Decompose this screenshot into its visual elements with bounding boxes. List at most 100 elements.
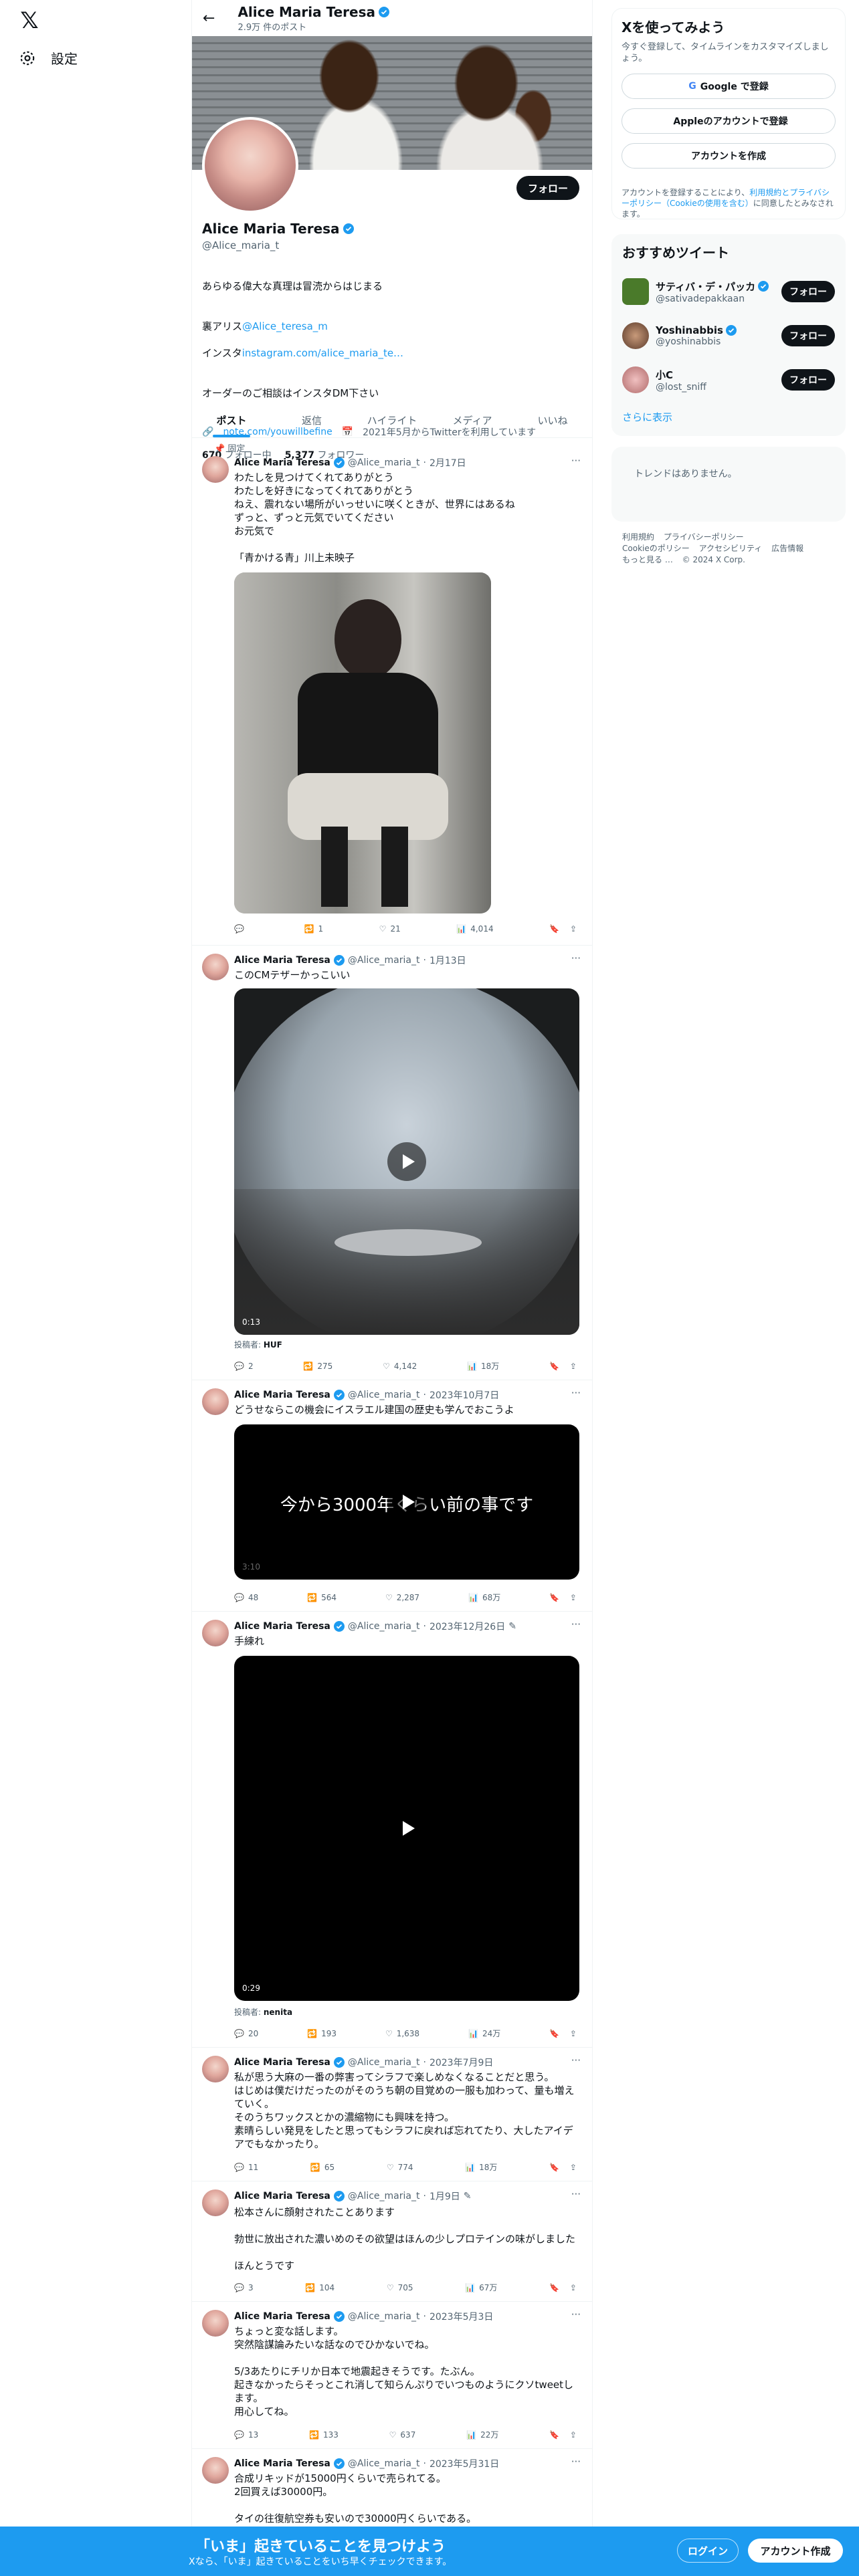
more-icon[interactable]: ··· [571, 2309, 581, 2321]
avatar[interactable] [202, 2189, 229, 2216]
tweet-date[interactable]: 2023年10月7日 [430, 1388, 499, 1402]
back-arrow-icon[interactable]: ← [203, 10, 215, 27]
views-button[interactable]: 📊 22万 [466, 2429, 498, 2440]
footer-link[interactable]: アクセシビリティ [699, 544, 763, 553]
more-icon[interactable]: ··· [571, 2054, 581, 2066]
profile-avatar[interactable] [202, 117, 298, 213]
signup-button[interactable]: アカウント作成 [748, 2539, 843, 2563]
tweet[interactable]: Alice Maria Teresa @Alice_maria_t · 2023年7月… [191, 2048, 593, 2181]
bio-link-account[interactable]: @Alice_teresa_m [242, 320, 328, 332]
share-icon[interactable]: ⇪ [570, 1362, 577, 1371]
tweet-date[interactable]: 2023年12月26日 [430, 1620, 505, 1633]
views-button[interactable]: 📊 18万 [467, 1360, 499, 1372]
reply-button[interactable]: 💬 48 [234, 1592, 258, 1603]
avatar[interactable] [202, 2310, 229, 2337]
footer-link[interactable]: もっと見る … [622, 555, 673, 564]
bookmark-button[interactable]: 🔖 ⇪ [549, 1592, 577, 1603]
more-icon[interactable]: ··· [571, 2188, 581, 2200]
play-icon[interactable] [387, 1142, 426, 1181]
follow-button[interactable]: フォロー [781, 281, 835, 302]
more-icon[interactable]: ··· [571, 1387, 581, 1399]
tweet-date[interactable]: 2月17日 [430, 456, 466, 469]
bookmark-button[interactable]: 🔖 ⇪ [549, 924, 577, 934]
avatar[interactable] [202, 2457, 229, 2484]
tweet-date[interactable]: 2023年5月31日 [430, 2457, 499, 2470]
tweet-author[interactable]: Alice Maria Teresa [234, 1621, 330, 1632]
more-icon[interactable]: ··· [571, 2456, 581, 2468]
tweet-handle[interactable]: @Alice_maria_t [348, 2458, 420, 2469]
views-button[interactable]: 📊 18万 [465, 2161, 497, 2173]
avatar[interactable] [202, 2056, 229, 2082]
create-account-button[interactable]: アカウントを作成 [622, 143, 836, 169]
follow-button[interactable]: フォロー [516, 176, 579, 200]
login-button[interactable]: ログイン [677, 2539, 739, 2563]
footer-link[interactable]: プライバシーポリシー [664, 532, 744, 542]
recommended-user[interactable]: Yoshinabbis @yoshinabbis フォロー [611, 314, 846, 358]
avatar[interactable] [622, 322, 649, 349]
tweet-author[interactable]: Alice Maria Teresa [234, 457, 330, 468]
tweet-handle[interactable]: @Alice_maria_t [348, 457, 420, 468]
like-button[interactable]: ♡ 4,142 [383, 1360, 417, 1372]
like-button[interactable]: ♡ 705 [387, 2282, 413, 2293]
more-icon[interactable]: ··· [571, 455, 581, 467]
tab-highlights[interactable]: ハイライト [352, 403, 432, 437]
tweet-handle[interactable]: @Alice_maria_t [348, 955, 420, 966]
share-icon[interactable]: ⇪ [570, 2430, 577, 2440]
bookmark-button[interactable]: 🔖 ⇪ [549, 2282, 577, 2293]
tweet-author[interactable]: Alice Maria Teresa [234, 2311, 330, 2322]
reply-button[interactable]: 💬 [234, 924, 248, 934]
share-icon[interactable]: ⇪ [570, 1593, 577, 1602]
tweet-handle[interactable]: @Alice_maria_t [348, 2191, 420, 2202]
recommended-user[interactable]: サティバ・デ・パッカ @sativadepakkaan フォロー [611, 270, 846, 314]
share-icon[interactable]: ⇪ [570, 2029, 577, 2038]
views-button[interactable]: 📊 4,014 [456, 924, 493, 934]
bookmark-button[interactable]: 🔖 ⇪ [549, 2429, 577, 2440]
tab-likes[interactable]: いいね [512, 403, 593, 437]
share-icon[interactable]: ⇪ [570, 924, 577, 934]
tweet[interactable]: Alice Maria Teresa @Alice_maria_t · 1月13日 ·… [191, 946, 593, 1380]
footer-link[interactable]: 広告情報 [771, 544, 803, 553]
views-button[interactable]: 📊 68万 [468, 1592, 500, 1603]
retweet-button[interactable]: 🔁 65 [310, 2161, 335, 2173]
tweet-video[interactable]: 今から3000年くらい前の事です 3:10 [234, 1424, 579, 1580]
reply-button[interactable]: 💬 3 [234, 2282, 254, 2293]
tab-replies[interactable]: 返信 [272, 403, 352, 437]
tweet-video[interactable]: 0:29 [234, 1656, 579, 2001]
tweet[interactable]: Alice Maria Teresa @Alice_maria_t · 2023年5月… [191, 2302, 593, 2449]
bookmark-button[interactable]: 🔖 ⇪ [549, 1360, 577, 1372]
tweet-date[interactable]: 1月13日 [430, 954, 466, 967]
tweet[interactable]: Alice Maria Teresa @Alice_maria_t · 2023年5月… [191, 2449, 593, 2527]
avatar[interactable] [202, 1388, 229, 1415]
bookmark-button[interactable]: 🔖 ⇪ [549, 2028, 577, 2039]
tweet-author[interactable]: Alice Maria Teresa [234, 955, 330, 966]
tweet-handle[interactable]: @Alice_maria_t [348, 2057, 420, 2068]
tweet-date[interactable]: 1月9日 [430, 2189, 460, 2203]
avatar[interactable] [202, 456, 229, 483]
tab-media[interactable]: メディア [432, 403, 512, 437]
tweet[interactable]: Alice Maria Teresa @Alice_maria_t · 2月17日 ·… [191, 455, 593, 946]
more-icon[interactable]: ··· [571, 952, 581, 964]
reply-button[interactable]: 💬 13 [234, 2429, 258, 2440]
tab-posts[interactable]: ポスト [191, 403, 272, 437]
footer-link[interactable]: 利用規約 [622, 532, 654, 542]
tweet-author[interactable]: Alice Maria Teresa [234, 2057, 330, 2068]
like-button[interactable]: ♡ 1,638 [385, 2028, 419, 2039]
retweet-button[interactable]: 🔁 564 [307, 1592, 337, 1603]
like-button[interactable]: ♡ 637 [389, 2429, 416, 2440]
follow-button[interactable]: フォロー [781, 325, 835, 346]
tweet-handle[interactable]: @Alice_maria_t [348, 1621, 420, 1632]
like-button[interactable]: ♡ 774 [387, 2161, 413, 2173]
settings-nav-item[interactable]: 設定 [19, 48, 78, 68]
views-button[interactable]: 📊 24万 [468, 2028, 500, 2039]
retweet-button[interactable]: 🔁 275 [303, 1360, 332, 1372]
share-icon[interactable]: ⇪ [570, 2283, 577, 2292]
tweet-author[interactable]: Alice Maria Teresa [234, 2458, 330, 2469]
show-more-link[interactable]: さらに表示 [611, 402, 846, 432]
reply-button[interactable]: 💬 2 [234, 1360, 254, 1372]
tweet-date[interactable]: 2023年5月3日 [430, 2310, 493, 2323]
reply-button[interactable]: 💬 11 [234, 2161, 258, 2173]
tweet-author[interactable]: Alice Maria Teresa [234, 1390, 330, 1400]
tweet-author[interactable]: Alice Maria Teresa [234, 2191, 330, 2202]
views-button[interactable]: 📊 67万 [465, 2282, 497, 2293]
bookmark-button[interactable]: 🔖 ⇪ [549, 2161, 577, 2173]
